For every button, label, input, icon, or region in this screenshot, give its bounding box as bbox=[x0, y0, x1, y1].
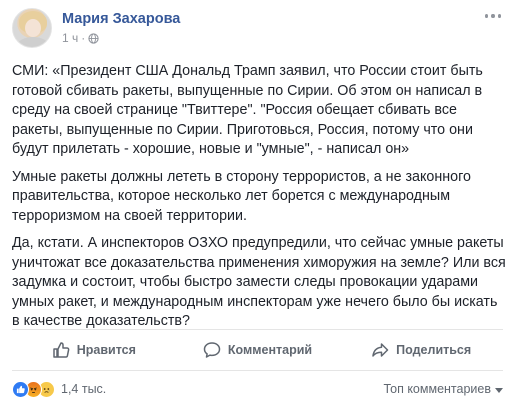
author-name[interactable]: Мария Захарова bbox=[62, 11, 180, 27]
post-time[interactable]: 1 ч bbox=[62, 31, 78, 45]
more-options-icon[interactable] bbox=[485, 14, 501, 20]
like-reaction-icon bbox=[12, 380, 29, 398]
globe-icon[interactable] bbox=[88, 32, 99, 44]
post-footer: 1,4 тыс. Топ комментариев bbox=[12, 374, 503, 404]
reaction-count[interactable]: 1,4 тыс. bbox=[61, 382, 106, 396]
more-dot bbox=[497, 14, 501, 18]
avatar-shoulders bbox=[17, 37, 49, 47]
like-label: Нравится bbox=[76, 343, 136, 357]
divider bbox=[12, 329, 503, 330]
comment-sort-dropdown[interactable]: Топ комментариев bbox=[383, 382, 503, 396]
comment-button[interactable]: Комментарий bbox=[176, 331, 340, 369]
divider bbox=[12, 370, 503, 371]
chevron-down-icon bbox=[495, 387, 503, 393]
post-paragraph: Умные ракеты должны лететь в сторону тер… bbox=[12, 168, 471, 224]
thumbs-up-icon bbox=[52, 342, 70, 358]
sort-label: Топ комментариев bbox=[383, 382, 491, 396]
author-avatar[interactable] bbox=[12, 8, 52, 48]
share-button[interactable]: Поделиться bbox=[339, 331, 503, 369]
post-paragraph: СМИ: «Президент США Дональд Трамп заявил… bbox=[12, 63, 483, 157]
post-text: СМИ: «Президент США Дональд Трамп заявил… bbox=[12, 62, 507, 340]
share-label: Поделиться bbox=[396, 343, 472, 357]
avatar-face bbox=[25, 19, 41, 37]
action-bar: Нравится Комментарий Поделиться bbox=[12, 331, 503, 369]
meta-separator: · bbox=[81, 31, 86, 45]
reactions-summary[interactable]: 1,4 тыс. bbox=[12, 380, 106, 398]
comment-icon bbox=[203, 342, 221, 358]
post-paragraph: Да, кстати. А инспекторов ОЗХО предупред… bbox=[12, 235, 506, 329]
comment-label: Комментарий bbox=[227, 343, 313, 357]
share-icon bbox=[372, 343, 389, 357]
facebook-post: Мария Захарова 1 ч · СМИ: «Президент США… bbox=[0, 0, 515, 412]
more-dot bbox=[491, 14, 495, 18]
post-meta: 1 ч · bbox=[62, 31, 99, 45]
like-button[interactable]: Нравится bbox=[12, 331, 176, 369]
more-dot bbox=[485, 14, 489, 18]
